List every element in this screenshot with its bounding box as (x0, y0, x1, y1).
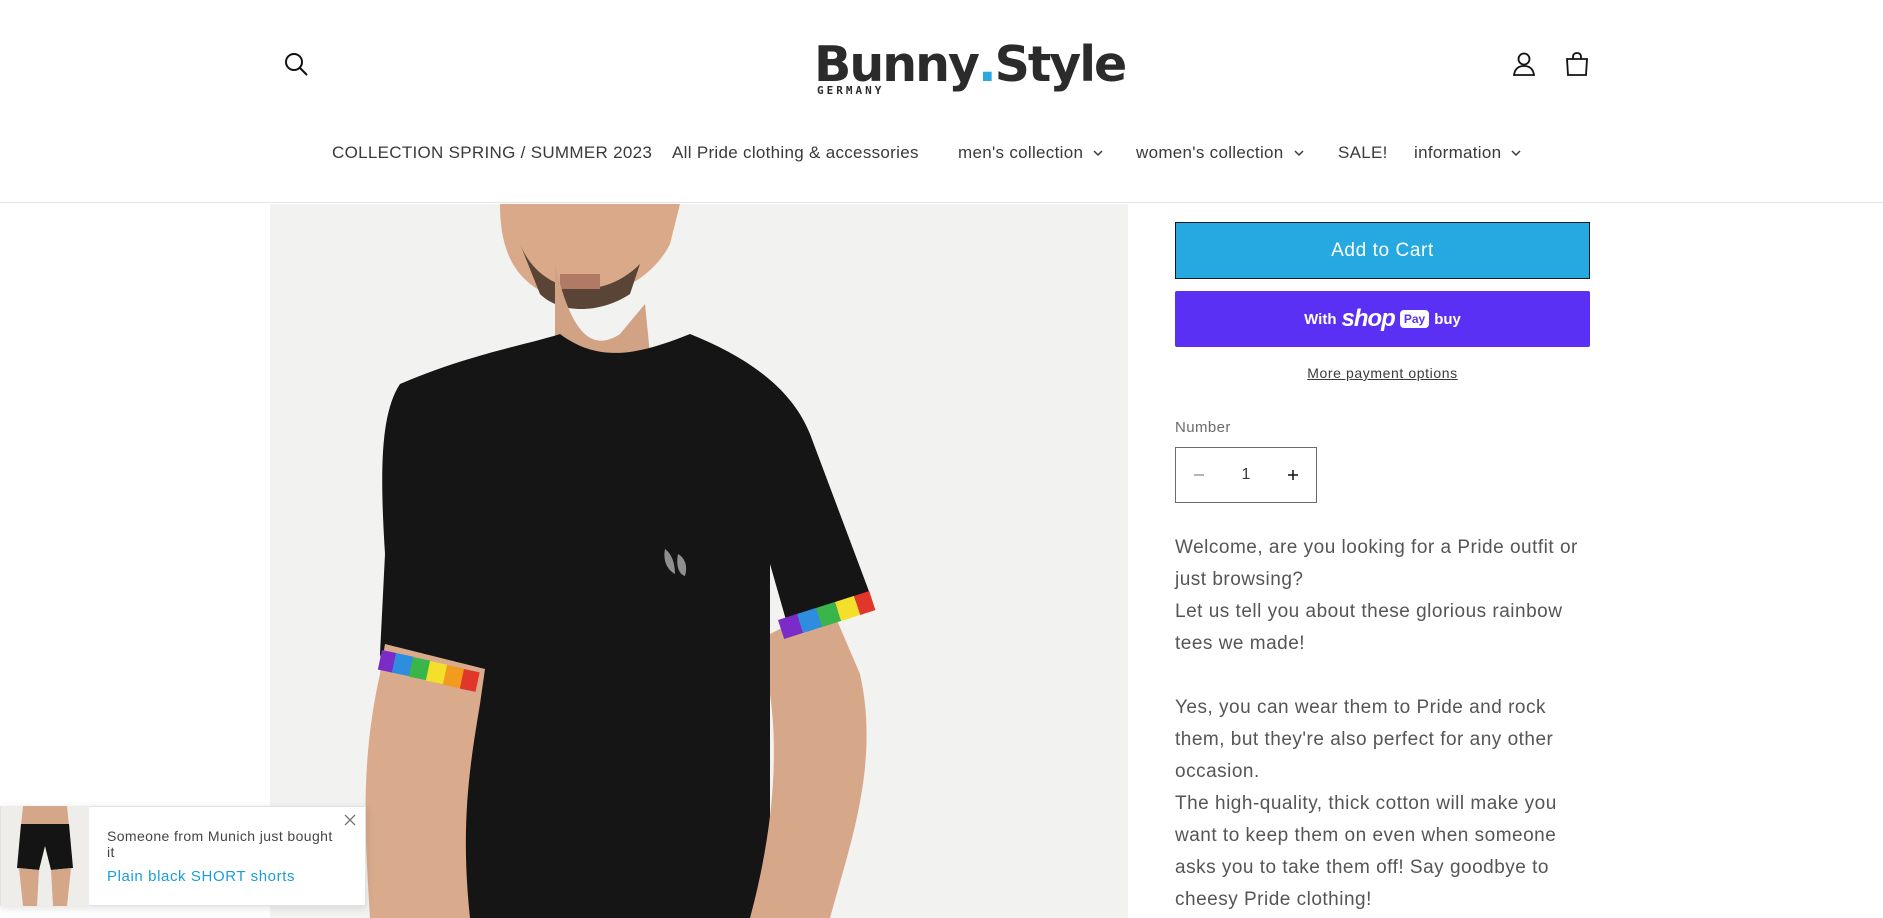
product-image[interactable] (270, 204, 1128, 918)
description-paragraph: Welcome, are you looking for a Pride out… (1175, 537, 1578, 590)
logo-text-style: Style (994, 36, 1128, 93)
nav-item-label: SALE! (1338, 143, 1388, 162)
nav-item-pride-clothing[interactable]: All Pride clothing & accessories (672, 143, 919, 163)
nav-item-label: men's collection (958, 143, 1084, 162)
nav-item-sale[interactable]: SALE! (1338, 143, 1388, 163)
description-paragraph: Let us tell you about these glorious rai… (1175, 601, 1563, 654)
minus-icon (1194, 474, 1204, 476)
cart-button[interactable] (1555, 42, 1599, 86)
plus-icon (1288, 470, 1298, 480)
logo-subtitle: GERMANY (817, 84, 885, 97)
nav-item-womens-collection[interactable]: women's collection (1136, 143, 1306, 163)
search-icon (285, 53, 308, 76)
shop-pay-badge: Pay (1399, 310, 1430, 328)
nav-item-label: information (1414, 143, 1502, 162)
recent-purchase-popup[interactable]: Someone from Munich just bought it Plain… (0, 806, 366, 906)
shop-pay-logo: shop (1341, 305, 1396, 332)
popup-message: Someone from Munich just bought it (107, 827, 333, 860)
quantity-stepper (1175, 447, 1317, 503)
nav-item-mens-collection[interactable]: men's collection (958, 143, 1105, 163)
quantity-increase-button[interactable] (1270, 448, 1316, 502)
more-payment-options-link[interactable]: More payment options (1175, 365, 1590, 381)
add-to-cart-button[interactable]: Add to Cart (1175, 222, 1590, 279)
logo-dot: . (977, 36, 997, 93)
nav-item-label: women's collection (1136, 143, 1284, 162)
shop-pay-button[interactable]: With shop Pay buy (1175, 291, 1590, 347)
chevron-down-icon (1509, 146, 1523, 160)
quantity-input[interactable] (1222, 448, 1270, 502)
shop-pay-with-label: With (1304, 310, 1337, 328)
search-button[interactable] (274, 42, 318, 86)
popup-product-link[interactable]: Plain black SHORT shorts (107, 868, 339, 885)
logo-text-bunny: Bunny (814, 36, 980, 93)
popup-content: Someone from Munich just bought it Plain… (89, 828, 365, 885)
account-button[interactable] (1502, 42, 1546, 86)
site-header: Bunny. Style GERMANY COLLECTION SPRING / … (0, 0, 1883, 203)
product-photo-illustration (270, 204, 1128, 918)
description-paragraph: Yes, you can wear them to Pride and rock… (1175, 697, 1554, 782)
shorts-thumbnail-image (1, 806, 89, 906)
popup-close-button[interactable] (341, 811, 359, 829)
nav-item-label: COLLECTION SPRING / SUMMER 2023 (332, 143, 653, 162)
chevron-down-icon (1091, 146, 1105, 160)
nav-item-collection-spring-summer[interactable]: COLLECTION SPRING / SUMMER 2023 (332, 143, 652, 163)
nav-item-label: All Pride clothing & accessories (672, 143, 919, 162)
product-description: Welcome, are you looking for a Pride out… (1175, 532, 1590, 916)
nav-item-information[interactable]: information (1414, 143, 1523, 163)
main-navigation: COLLECTION SPRING / SUMMER 2023 All Prid… (0, 143, 1883, 173)
chevron-down-icon (1292, 146, 1306, 160)
shop-pay-buy-label: buy (1434, 310, 1461, 328)
cart-icon (1566, 52, 1588, 76)
description-paragraph: The high-quality, thick cotton will make… (1175, 793, 1557, 910)
popup-product-thumbnail[interactable] (1, 806, 89, 906)
site-logo[interactable]: Bunny. Style GERMANY (814, 36, 1127, 102)
account-icon (1512, 52, 1536, 76)
quantity-label: Number (1175, 419, 1231, 436)
logo-wordmark: Bunny. Style (814, 36, 1127, 93)
close-icon (344, 814, 356, 826)
quantity-decrease-button[interactable] (1176, 448, 1222, 502)
